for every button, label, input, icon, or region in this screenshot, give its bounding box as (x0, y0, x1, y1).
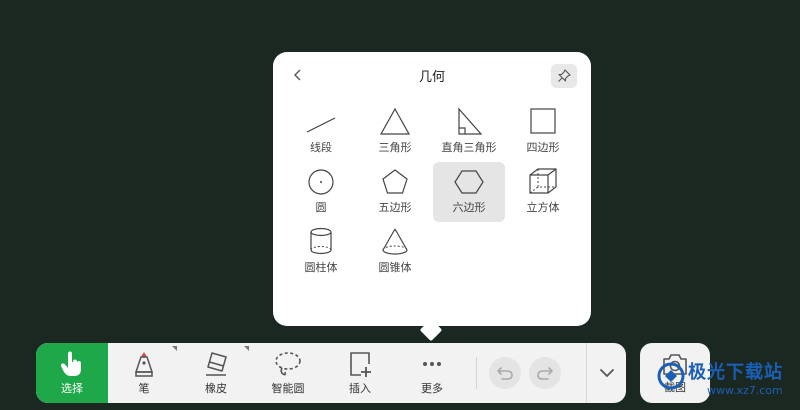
shape-label: 圆柱体 (304, 261, 338, 274)
popup-header: 几何 (273, 52, 591, 98)
shape-label: 六边形 (452, 201, 486, 214)
pin-button[interactable] (551, 64, 577, 88)
shape-label: 四边形 (526, 141, 560, 154)
smart-lasso-tool-button[interactable]: 智能圆 (252, 343, 324, 403)
undo-icon (497, 367, 513, 380)
quadrilateral-icon (530, 108, 556, 134)
tool-label: 智能圆 (271, 382, 305, 395)
watermark-text: 极光下载站 (688, 362, 783, 383)
circle-icon (308, 169, 334, 195)
shape-label: 立方体 (526, 201, 560, 214)
shape-right-triangle[interactable]: 直角三角形 (433, 102, 505, 162)
insert-icon (350, 352, 371, 377)
tool-label: 笔 (138, 382, 150, 395)
shape-label: 圆 (315, 201, 327, 214)
tool-label: 选择 (61, 382, 83, 395)
shape-pentagon[interactable]: 五边形 (359, 162, 431, 222)
shape-label: 圆锥体 (378, 261, 412, 274)
pin-icon (558, 69, 571, 82)
cube-icon (529, 168, 557, 194)
watermark-url: www.xz7.com (707, 384, 783, 397)
triangle-icon (379, 107, 411, 135)
redo-icon (537, 367, 553, 380)
popup-title: 几何 (418, 70, 445, 85)
tool-label: 橡皮 (205, 382, 227, 395)
smart-lasso-icon (275, 352, 301, 376)
eraser-icon (206, 352, 227, 376)
shape-label: 三角形 (378, 141, 412, 154)
shape-triangle[interactable]: 三角形 (359, 102, 431, 162)
pen-tool-button[interactable]: 笔 (108, 343, 180, 403)
toolbar-divider (476, 357, 477, 389)
submenu-indicator (244, 346, 249, 351)
more-tool-button[interactable]: 更多 (396, 343, 468, 403)
bottom-toolbar: 选择 笔 橡皮 智能圆 插入 更多 (36, 343, 626, 403)
shape-cone[interactable]: 圆锥体 (359, 222, 431, 282)
shape-cylinder[interactable]: 圆柱体 (285, 222, 357, 282)
line-segment-icon (306, 117, 336, 133)
hexagon-icon (454, 170, 484, 194)
more-icon (423, 362, 441, 366)
geometry-popup: 几何 线段 三角形 直角三角形 四边形 圆 五边形 六边形 立方体 圆柱体 圆锥… (273, 52, 591, 326)
right-triangle-icon (458, 107, 483, 135)
shape-label: 五边形 (378, 201, 412, 214)
watermark-logo-icon (657, 362, 685, 390)
shape-cube[interactable]: 立方体 (507, 162, 579, 222)
insert-tool-button[interactable]: 插入 (324, 343, 396, 403)
shape-quadrilateral[interactable]: 四边形 (507, 102, 579, 162)
pen-icon (135, 352, 153, 377)
shape-label: 直角三角形 (441, 141, 497, 154)
pentagon-icon (382, 169, 408, 194)
redo-button[interactable] (529, 357, 561, 389)
cone-icon (382, 228, 408, 255)
select-tool-button[interactable]: 选择 (36, 343, 108, 403)
tool-label: 更多 (421, 382, 443, 395)
undo-button[interactable] (489, 357, 521, 389)
shape-circle[interactable]: 圆 (285, 162, 357, 222)
expand-button[interactable] (586, 343, 626, 403)
hand-pointer-icon (60, 351, 81, 376)
watermark: 极光下载站 www.xz7.com (655, 358, 795, 404)
cylinder-icon (310, 227, 332, 255)
shape-label: 线段 (310, 141, 332, 154)
shape-hexagon[interactable]: 六边形 (433, 162, 505, 222)
tool-label: 插入 (349, 382, 371, 395)
chevron-down-icon (599, 369, 614, 378)
submenu-indicator (172, 346, 177, 351)
shape-line-segment[interactable]: 线段 (285, 102, 357, 162)
eraser-tool-button[interactable]: 橡皮 (180, 343, 252, 403)
